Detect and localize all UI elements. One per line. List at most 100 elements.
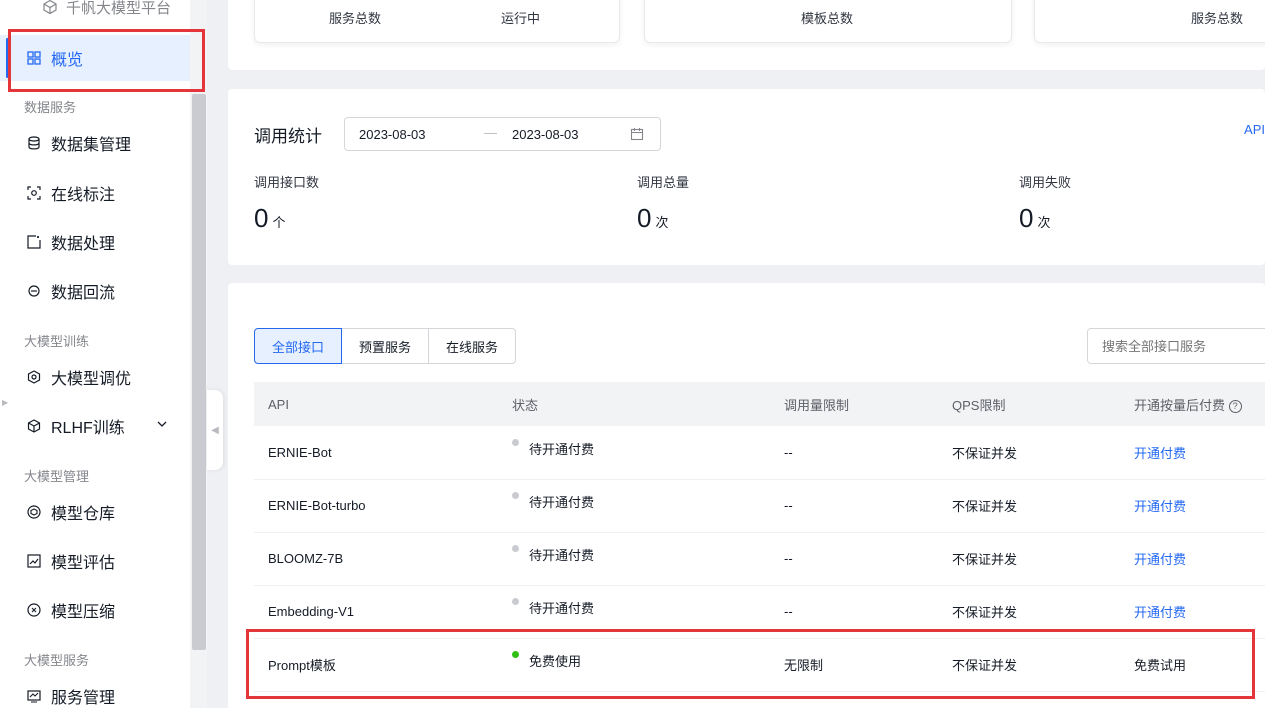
cube-icon [43, 0, 57, 15]
enable-payment-link[interactable]: 开通付费 [1134, 552, 1186, 567]
col-qps-limit: QPS限制 [938, 382, 1120, 426]
sidebar-item-rlhf[interactable]: RLHF训练 [0, 403, 190, 449]
refresh-icon [26, 283, 42, 299]
tab-online-services[interactable]: 在线服务 [428, 328, 517, 364]
template-stat-card: 模板总数 [644, 0, 1012, 43]
date-start[interactable]: 2023-08-03 [359, 127, 426, 142]
tab-all-apis[interactable]: 全部接口 [254, 328, 343, 364]
status-text: 待开通付费 [529, 495, 595, 510]
date-separator: — [484, 125, 497, 140]
status-dot [512, 598, 519, 606]
enable-payment-link[interactable]: 开通付费 [1134, 605, 1186, 620]
status-text: 免费使用 [529, 654, 582, 669]
sidebar-item-label: 模型评估 [51, 555, 116, 572]
call-stats-panel: 调用统计 2023-08-03 — 2023-08-03 API 调用接口数 0… [228, 89, 1265, 265]
sidebar-item-evaluation[interactable]: 模型评估 [0, 538, 190, 584]
sidebar-item-compression[interactable]: 模型压缩 [0, 587, 190, 633]
col-call-limit: 调用量限制 [770, 382, 938, 426]
date-range-picker[interactable]: 2023-08-03 — 2023-08-03 [344, 117, 661, 151]
api-doc-link[interactable]: API [1244, 122, 1265, 137]
cell-status: 待开通付费 [498, 585, 770, 639]
cell-qps: 不保证并发 [938, 426, 1120, 480]
cell-qps: 不保证并发 [938, 532, 1120, 586]
cell-limit: -- [770, 479, 938, 533]
cell-status: 免费使用 [498, 638, 770, 692]
sidebar-item-reflow[interactable]: 数据回流 [0, 268, 190, 314]
monitor-icon [26, 688, 42, 704]
metric-label-interfaces: 调用接口数 [254, 175, 320, 190]
nav-group-training: 大模型训练 [24, 334, 90, 349]
date-end[interactable]: 2023-08-03 [512, 127, 579, 142]
col-status: 状态 [498, 382, 770, 426]
col-api: API [254, 382, 498, 426]
api-table: API 状态 调用量限制 QPS限制 开通按量后付费 ? ERNIE-Bot 待… [254, 382, 1265, 692]
sidebar-item-label: 在线标注 [51, 187, 116, 204]
metric-failed-calls: 0次 [1019, 203, 1050, 234]
enable-payment-link[interactable]: 开通付费 [1134, 499, 1186, 514]
sidebar-item-model-repo[interactable]: 模型仓库 [0, 489, 190, 535]
cell-api: BLOOMZ-7B [254, 532, 498, 586]
sidebar-item-label: 概览 [51, 52, 84, 69]
stat-label-template-total: 模板总数 [801, 11, 854, 26]
cell-action: 开通付费 [1120, 585, 1265, 639]
sidebar-item-processing[interactable]: 数据处理 [0, 219, 190, 265]
table-row: Embedding-V1 待开通付费 -- 不保证并发 开通付费 [254, 585, 1265, 639]
cell-status: 待开通付费 [498, 479, 770, 533]
sidebar-item-service-mgmt[interactable]: 服务管理 [0, 673, 190, 708]
collapse-sidebar-button[interactable]: ◀ [207, 390, 223, 470]
cell-limit: -- [770, 426, 938, 480]
sidebar-item-label: 大模型调优 [51, 371, 132, 388]
status-text: 待开通付费 [529, 601, 595, 616]
chevron-down-icon [157, 421, 167, 427]
sidebar-item-label: 数据回流 [51, 285, 116, 302]
compress-icon [26, 602, 42, 618]
metric-value: 0 [637, 203, 652, 233]
cell-qps: 不保证并发 [938, 479, 1120, 533]
service-stat-card: 服务总数 运行中 [254, 0, 620, 43]
cube-icon [26, 418, 42, 434]
help-icon[interactable]: ? [1228, 399, 1242, 413]
sidebar-item-label: 数据处理 [51, 236, 116, 253]
sidebar-item-label: 数据集管理 [51, 137, 132, 154]
sidebar-item-label: 服务管理 [51, 690, 116, 707]
cell-status: 待开通付费 [498, 426, 770, 480]
cell-action: 开通付费 [1120, 532, 1265, 586]
sidebar-item-finetune[interactable]: 大模型调优 [0, 354, 190, 400]
chart-icon [26, 553, 42, 569]
chevron-left-icon: ◀ [211, 424, 219, 436]
sidebar-item-label: 模型仓库 [51, 506, 116, 523]
cell-api: ERNIE-Bot-turbo [254, 479, 498, 533]
metric-unit: 次 [1037, 215, 1051, 230]
grid-icon [26, 50, 42, 66]
enable-payment-link[interactable]: 开通付费 [1134, 446, 1186, 461]
cell-limit: 无限制 [770, 638, 938, 692]
col-postpaid-label: 开通按量后付费 [1134, 397, 1226, 413]
table-header-row: API 状态 调用量限制 QPS限制 开通按量后付费 ? [254, 382, 1265, 426]
sidebar-item-annotation[interactable]: 在线标注 [0, 170, 190, 216]
metric-interfaces: 0个 [254, 203, 285, 234]
brand-label: 千帆大模型平台 [66, 0, 172, 17]
brand[interactable]: 千帆大模型平台 [0, 0, 190, 18]
table-row: ERNIE-Bot-turbo 待开通付费 -- 不保证并发 开通付费 [254, 479, 1265, 533]
stat-label-service-total: 服务总数 [329, 11, 382, 26]
sidebar-scrollbar-thumb[interactable] [192, 94, 206, 650]
sidebar-item-overview[interactable]: 概览 [0, 35, 190, 81]
metric-label-total-calls: 调用总量 [637, 175, 690, 190]
status-text: 待开通付费 [529, 548, 595, 563]
search-input[interactable] [1087, 328, 1265, 364]
status-dot [512, 492, 519, 500]
sidebar-item-dataset[interactable]: 数据集管理 [0, 120, 190, 166]
metric-value: 0 [1019, 203, 1034, 233]
nav-group-management: 大模型管理 [24, 469, 90, 484]
table-row: ERNIE-Bot 待开通付费 -- 不保证并发 开通付费 [254, 426, 1265, 480]
focus-icon [26, 185, 42, 201]
status-dot [512, 651, 519, 659]
tab-preset-services[interactable]: 预置服务 [341, 328, 430, 364]
cell-action: 免费试用 [1120, 638, 1265, 692]
stat-label-running: 运行中 [501, 11, 541, 26]
chevron-right-icon: ▶ [2, 398, 9, 407]
cell-api: Prompt模板 [254, 638, 498, 692]
cell-limit: -- [770, 532, 938, 586]
cell-api: Embedding-V1 [254, 585, 498, 639]
database-icon [26, 135, 42, 151]
